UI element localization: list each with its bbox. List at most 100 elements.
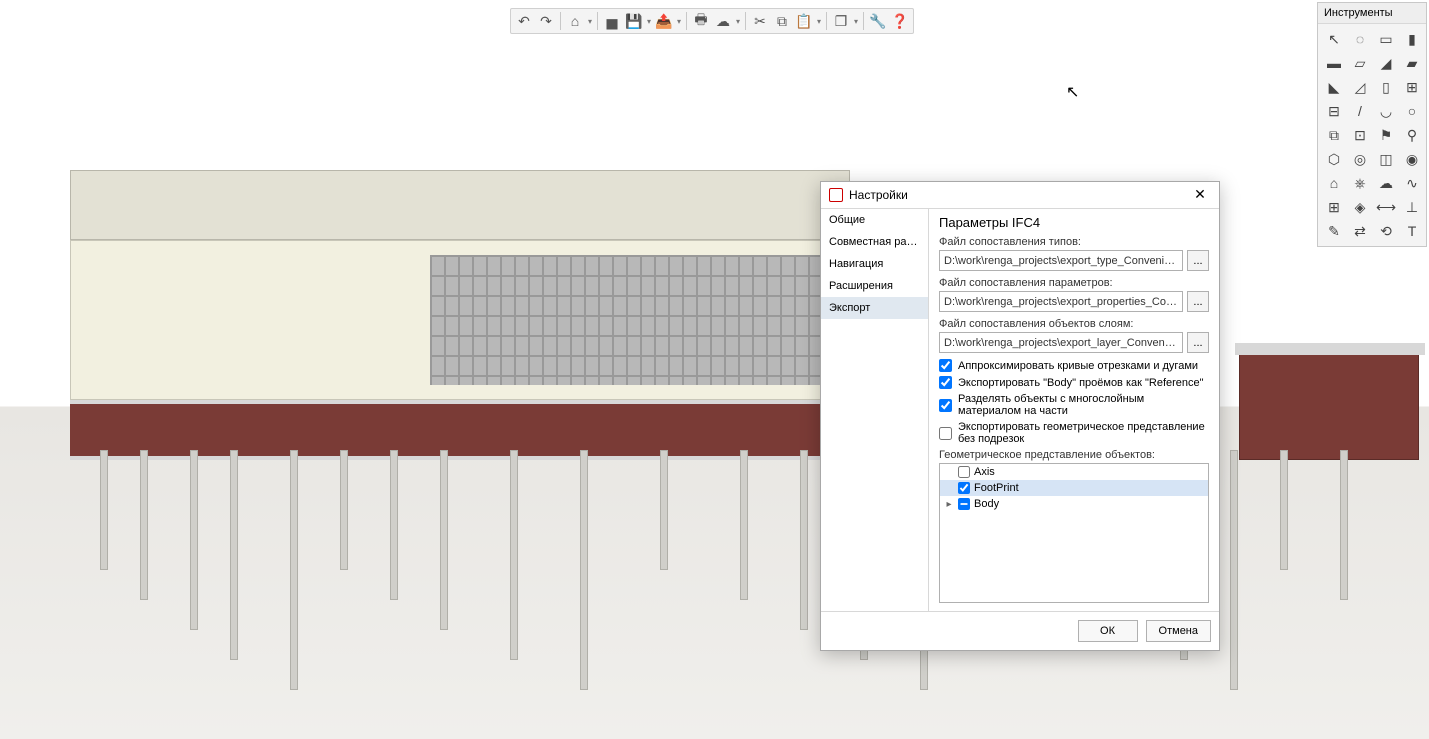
export-icon[interactable]: 📤	[653, 11, 675, 31]
building-model	[70, 170, 850, 500]
ok-button[interactable]: ОК	[1078, 620, 1138, 642]
dialog-nav: ОбщиеСовместная работаНавигацияРасширени…	[821, 209, 929, 611]
nav-item-general[interactable]: Общие	[821, 209, 928, 231]
main-toolbar: ↶↷⌂▾▅💾▾📤▾🖶☁▾✂⧉📋▾❐▾🔧❓	[510, 8, 914, 34]
publish-icon[interactable]: ☁	[712, 11, 734, 31]
tree-label: Геометрическое представление объектов:	[939, 449, 1209, 461]
geometry-tree[interactable]: AxisFootPrint ▸ Body	[939, 463, 1209, 603]
nav-item-navigation[interactable]: Навигация	[821, 253, 928, 275]
text-icon[interactable]: T	[1400, 220, 1424, 242]
settings-icon[interactable]: 🔧	[867, 11, 889, 31]
app-icon	[829, 188, 843, 202]
ramp-icon[interactable]: ◿	[1348, 76, 1372, 98]
settings-dialog: Настройки ✕ ОбщиеСовместная работаНавига…	[820, 181, 1220, 651]
tree-row[interactable]: FootPrint	[940, 480, 1208, 496]
pipe-icon[interactable]: ◎	[1348, 148, 1372, 170]
door-icon[interactable]: ▯	[1374, 76, 1398, 98]
tag-icon[interactable]: ⚑	[1374, 124, 1398, 146]
tree-icon[interactable]: ⎈	[1348, 172, 1372, 194]
select-icon[interactable]: ↖	[1322, 28, 1346, 50]
expand-icon[interactable]: ▸	[944, 499, 954, 510]
window-icon[interactable]: ⊞	[1400, 76, 1424, 98]
toolbar-separator	[745, 12, 746, 30]
tree-item-label: Body	[974, 498, 999, 510]
eraser-icon[interactable]: ▰	[1400, 52, 1424, 74]
save-icon[interactable]: 💾	[623, 11, 645, 31]
body-reference-check[interactable]: Экспортировать "Body" проёмов как "Refer…	[939, 376, 1209, 389]
lasso-icon[interactable]: ◌	[1348, 28, 1372, 50]
views-icon[interactable]: ❐	[830, 11, 852, 31]
box-icon[interactable]: ▭	[1374, 28, 1398, 50]
tree-checkbox[interactable]	[958, 466, 970, 478]
dialog-titlebar[interactable]: Настройки ✕	[821, 182, 1219, 208]
split-layers-check[interactable]: Разделять объекты с многослойным материа…	[939, 393, 1209, 417]
circle-icon[interactable]: ○	[1400, 100, 1424, 122]
nav-item-export[interactable]: Экспорт	[821, 297, 928, 319]
grid-icon[interactable]: ⊞	[1322, 196, 1346, 218]
roof-icon[interactable]: ◣	[1322, 76, 1346, 98]
open-icon[interactable]: ▅	[601, 11, 623, 31]
bolt-icon[interactable]: ⚲	[1400, 124, 1424, 146]
slab-icon[interactable]: ▱	[1348, 52, 1372, 74]
browse-button[interactable]: ...	[1187, 332, 1209, 353]
content-heading: Параметры IFC4	[939, 215, 1209, 230]
layer-file-label: Файл сопоставления объектов слоям:	[939, 318, 1209, 330]
home-icon[interactable]: ⌂	[564, 11, 586, 31]
layer-file-input[interactable]	[939, 332, 1183, 353]
tree-checkbox[interactable]	[958, 482, 970, 494]
mouse-cursor: ↖	[1066, 82, 1079, 102]
dim-icon[interactable]: ⟷	[1374, 196, 1398, 218]
browse-button[interactable]: ...	[1187, 291, 1209, 312]
param-file-input[interactable]	[939, 291, 1183, 312]
close-icon[interactable]: ✕	[1189, 186, 1211, 204]
type-file-input[interactable]	[939, 250, 1183, 271]
help-icon[interactable]: ❓	[889, 11, 911, 31]
column-icon[interactable]: ▮	[1400, 28, 1424, 50]
cloud-icon[interactable]: ☁	[1374, 172, 1398, 194]
arc-icon[interactable]: ◡	[1374, 100, 1398, 122]
tree-row[interactable]: ▸ Body	[940, 496, 1208, 512]
dropdown-arrow-icon[interactable]: ▾	[815, 11, 823, 31]
component-icon[interactable]: ⬡	[1322, 148, 1346, 170]
paste-icon[interactable]: 📋	[793, 11, 815, 31]
redo-icon[interactable]: ↷	[535, 11, 557, 31]
dropdown-arrow-icon[interactable]: ▾	[645, 11, 653, 31]
toolbar-separator	[863, 12, 864, 30]
wall-icon[interactable]: ▬	[1322, 52, 1346, 74]
line-icon[interactable]: /	[1348, 100, 1372, 122]
tree-row[interactable]: Axis	[940, 464, 1208, 480]
cube-icon[interactable]: ◈	[1348, 196, 1372, 218]
approx-curves-check[interactable]: Аппроксимировать кривые отрезками и дуга…	[939, 359, 1209, 372]
curve-icon[interactable]: ∿	[1400, 172, 1424, 194]
face-icon[interactable]: ◉	[1400, 148, 1424, 170]
copy-icon[interactable]: ⧉	[771, 11, 793, 31]
dialog-content: Параметры IFC4 Файл сопоставления типов:…	[929, 209, 1219, 611]
duct-icon[interactable]: ◫	[1374, 148, 1398, 170]
undo-icon[interactable]: ↶	[513, 11, 535, 31]
tools-panel-title: Инструменты	[1318, 3, 1426, 24]
rotate-icon[interactable]: ⟲	[1374, 220, 1398, 242]
equip-icon[interactable]: ⌂	[1322, 172, 1346, 194]
dropdown-arrow-icon[interactable]: ▾	[734, 11, 742, 31]
cancel-button[interactable]: Отмена	[1146, 620, 1211, 642]
group-icon[interactable]: ⧉	[1322, 124, 1346, 146]
nav-item-collab[interactable]: Совместная работа	[821, 231, 928, 253]
dropdown-arrow-icon[interactable]: ▾	[675, 11, 683, 31]
export-no-clip-check[interactable]: Экспортировать геометрическое представле…	[939, 421, 1209, 445]
dialog-footer: ОК Отмена	[821, 611, 1219, 650]
dropdown-arrow-icon[interactable]: ▾	[586, 11, 594, 31]
nav-item-extensions[interactable]: Расширения	[821, 275, 928, 297]
tree-checkbox[interactable]	[958, 498, 970, 510]
beam-icon[interactable]: ◢	[1374, 52, 1398, 74]
level-icon[interactable]: ⊥	[1400, 196, 1424, 218]
mirror-icon[interactable]: ⇄	[1348, 220, 1372, 242]
toolbar-separator	[560, 12, 561, 30]
edit-icon[interactable]: ✎	[1322, 220, 1346, 242]
cut-icon[interactable]: ✂	[749, 11, 771, 31]
section-icon[interactable]: ⊡	[1348, 124, 1372, 146]
browse-button[interactable]: ...	[1187, 250, 1209, 271]
print-icon[interactable]: 🖶	[690, 11, 712, 31]
dropdown-arrow-icon[interactable]: ▾	[852, 11, 860, 31]
building-annex	[1239, 350, 1419, 460]
table-icon[interactable]: ⊟	[1322, 100, 1346, 122]
